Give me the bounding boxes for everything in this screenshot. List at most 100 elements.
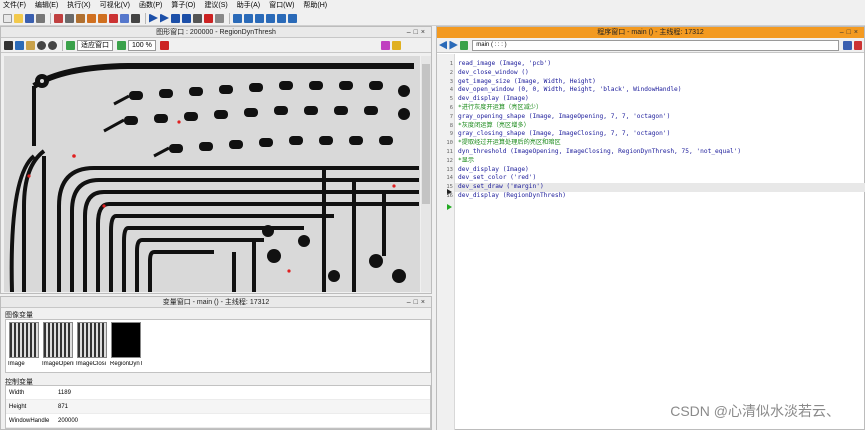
image-variable-card[interactable]: ImageOpeni (42, 322, 74, 370)
graphics-vertical-scrollbar[interactable] (421, 56, 431, 292)
edit-icon[interactable] (4, 40, 13, 50)
feature-inspection-icon[interactable] (277, 13, 286, 23)
menu-help[interactable]: 帮助(H) (303, 0, 327, 11)
code-line[interactable]: 1 read_image (Image, 'pcb') (450, 60, 865, 69)
menu-window[interactable]: 窗口(W) (269, 0, 294, 11)
zoom-menu-icon[interactable] (48, 40, 57, 50)
histogram-icon[interactable] (233, 13, 242, 23)
new-file-icon[interactable] (3, 13, 12, 23)
menu-bar: 文件(F) 编辑(E) 执行(X) 可视化(V) 函数(P) 算子(O) 建议(… (0, 0, 865, 11)
code-line[interactable]: 8 *灰度闭运算（亮区增多） (450, 122, 865, 131)
bulb-icon[interactable] (391, 40, 401, 50)
code-line[interactable]: 10 *提取经过开运算处理后的亮区和暗区 (446, 139, 865, 148)
insert-icon[interactable] (120, 13, 129, 23)
comment-icon[interactable] (131, 13, 140, 23)
menu-file[interactable]: 文件(F) (3, 0, 26, 11)
step-out-icon[interactable] (182, 13, 191, 23)
copy-icon[interactable] (65, 13, 74, 23)
fit-window-icon[interactable] (66, 40, 75, 50)
menu-visualize[interactable]: 可视化(V) (100, 0, 130, 11)
code-line[interactable]: 5 dev_display (Image) (450, 95, 865, 104)
code-line[interactable]: 9 gray_closing_shape (Image, ImageClosing… (450, 130, 865, 139)
menu-procedures[interactable]: 函数(P) (139, 0, 162, 11)
step-over-icon[interactable] (160, 13, 169, 23)
window-buttons[interactable]: –□× (407, 297, 428, 308)
code-line[interactable]: 16 dev_display (RegionDynThresh) (446, 192, 865, 201)
back-arrow-icon[interactable] (439, 40, 448, 50)
code-line[interactable]: 13 dev_display (Image) (446, 166, 865, 175)
line-profile-icon[interactable] (244, 13, 253, 23)
menu-edit[interactable]: 编辑(E) (35, 0, 58, 11)
find-icon[interactable] (109, 13, 118, 23)
code-line[interactable]: 14 dev_set_color ('red') (446, 174, 865, 183)
code-line[interactable]: 12 *显示 (446, 157, 865, 166)
redo-icon[interactable] (98, 13, 107, 23)
hand-icon[interactable] (26, 40, 35, 50)
code-comment: *提取经过开运算处理后的亮区和暗区 (458, 139, 561, 147)
settings-icon[interactable] (215, 13, 224, 23)
procedure-delete-icon[interactable] (853, 40, 863, 50)
code-comment: *进行灰度开运算（亮区减少） (458, 103, 543, 111)
reset-icon[interactable] (204, 13, 213, 23)
image-thumbnail[interactable] (43, 322, 73, 358)
menu-suggestions[interactable]: 建议(S) (204, 0, 227, 11)
save-icon[interactable] (25, 13, 34, 23)
code-line[interactable]: 4 dev_open_window (0, 0, Width, Height, '… (450, 86, 865, 95)
table-row[interactable]: WindowHandle 200000 (6, 414, 430, 428)
magnify-icon[interactable] (37, 40, 46, 50)
procedure-icon[interactable] (459, 40, 469, 50)
procedure-settings-icon[interactable] (843, 40, 852, 50)
fit-window-combo[interactable]: 适应窗口 (77, 39, 113, 51)
gray-histogram-icon[interactable] (255, 13, 264, 23)
menu-operators[interactable]: 算子(O) (171, 0, 195, 11)
image-variable-card[interactable]: Image (8, 322, 40, 370)
zoom-window-icon[interactable] (288, 13, 297, 23)
program-window: 程序窗口 - main () - 主线程: 17312 –□× main ( :… (436, 26, 865, 430)
code-line[interactable]: 15 dev_set_draw ('margin') (446, 183, 865, 192)
window-buttons[interactable]: –□× (840, 27, 861, 38)
stop-icon[interactable] (193, 13, 202, 23)
image-variable-card[interactable]: RegionDynT (110, 322, 142, 370)
zoom-icon[interactable] (117, 40, 126, 50)
image-thumbnail[interactable] (77, 322, 107, 358)
window-buttons[interactable]: –□× (407, 27, 428, 38)
code-line[interactable]: 7 gray_opening_shape (Image, ImageOpening… (450, 113, 865, 122)
table-row[interactable]: Height 871 (6, 400, 430, 414)
program-window-title: 程序窗口 - main () - 主线程: 17312 (597, 29, 704, 36)
program-window-titlebar: 程序窗口 - main () - 主线程: 17312 –□× (437, 27, 864, 38)
pcb-image-canvas[interactable] (4, 56, 420, 292)
scrollbar-thumb[interactable] (422, 64, 430, 204)
graphics-window-title: 图形窗口 : 200000 - RegionDynThresh (156, 29, 276, 36)
cut-icon[interactable] (54, 13, 63, 23)
procedure-select[interactable]: main ( : : : ) (472, 39, 840, 51)
control-variable-value: 871 (58, 403, 69, 410)
control-variable-name: Height (9, 403, 27, 410)
code-line[interactable]: 11 dyn_threshold (ImageOpening, ImageClos… (446, 148, 865, 157)
menu-execute[interactable]: 执行(X) (67, 0, 90, 11)
line-number: 7 (449, 113, 453, 120)
step-into-icon[interactable] (171, 13, 180, 23)
forward-arrow-icon[interactable] (449, 40, 458, 50)
image-thumbnail[interactable] (9, 322, 39, 358)
paste-icon[interactable] (76, 13, 85, 23)
open-folder-icon[interactable] (14, 13, 23, 23)
code-line[interactable]: 2 dev_close_window () (450, 69, 865, 78)
feature-histogram-icon[interactable] (266, 13, 275, 23)
code-statement: dev_set_draw ('margin') (458, 183, 544, 191)
pointer-icon[interactable] (15, 40, 24, 50)
code-line[interactable]: 3 get_image_size (Image, Width, Height) (450, 78, 865, 87)
color-picker-icon[interactable] (159, 40, 169, 50)
graphics-window: 图形窗口 : 200000 - RegionDynThresh –□× 适应窗口… (0, 26, 432, 294)
region-thumbnail[interactable] (111, 322, 141, 358)
print-icon[interactable] (36, 13, 45, 23)
zoom-combo[interactable]: 100 % (128, 39, 156, 51)
menu-assistants[interactable]: 助手(A) (237, 0, 260, 11)
code-editor[interactable]: 1 read_image (Image, 'pcb') 2 dev_close_win… (446, 60, 865, 201)
code-line[interactable]: 6 *进行灰度开运算（亮区减少） (450, 103, 865, 113)
line-number: 16 (446, 192, 453, 199)
table-row[interactable]: Width 1189 (6, 386, 430, 400)
pin-icon[interactable] (380, 40, 390, 50)
undo-icon[interactable] (87, 13, 96, 23)
image-variable-card[interactable]: ImageClosi (76, 322, 108, 370)
run-icon[interactable] (149, 13, 158, 23)
